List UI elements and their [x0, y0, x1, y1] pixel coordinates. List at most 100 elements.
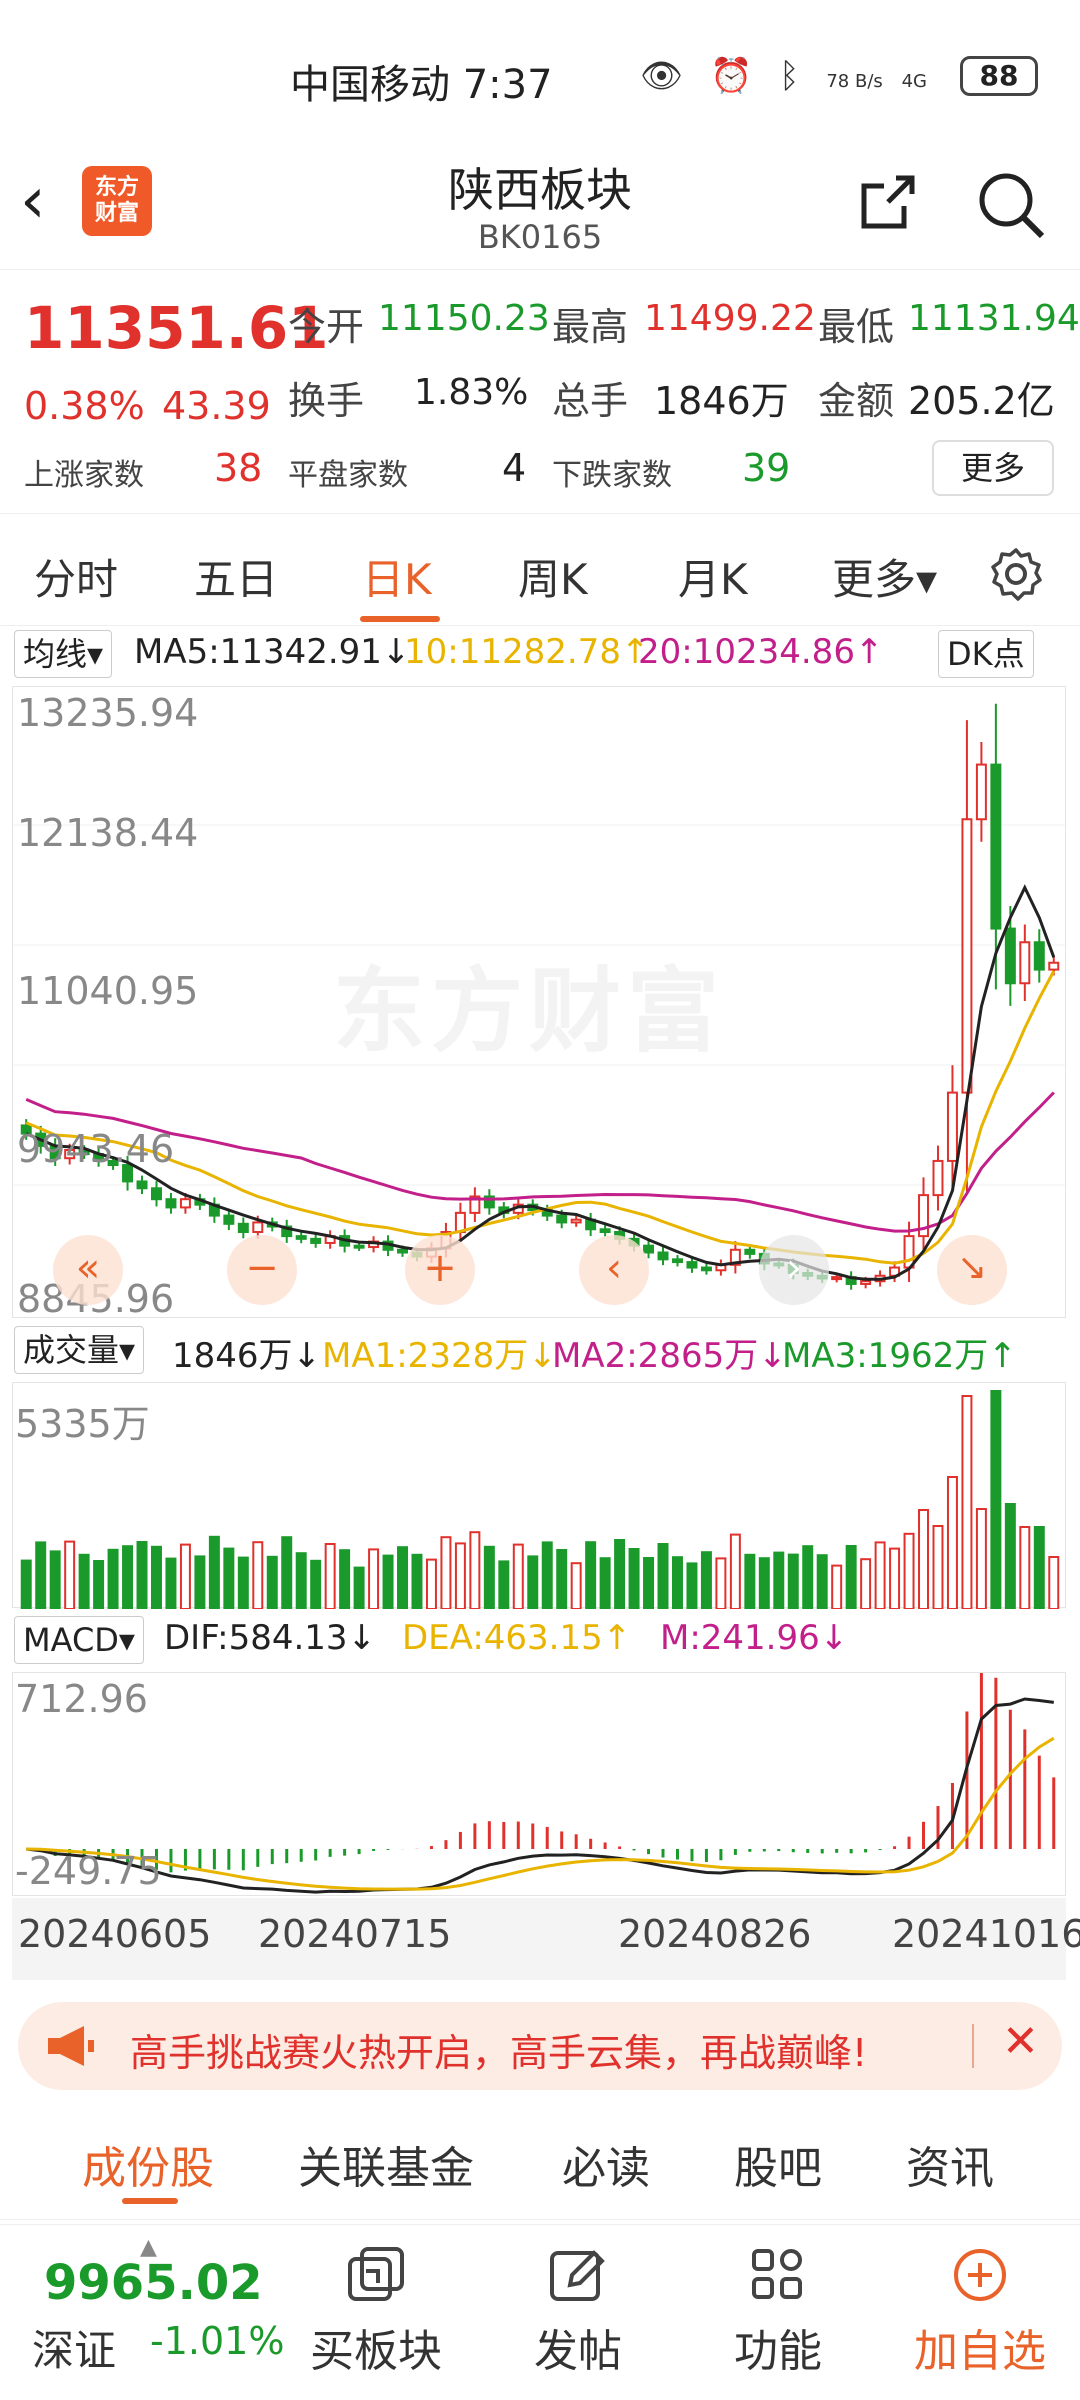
add-watchlist-button[interactable]: 加自选: [910, 2245, 1050, 2379]
volume-bar: [527, 1555, 539, 1609]
net-speed: 78 B/s: [826, 71, 883, 92]
volume-bar: [411, 1553, 423, 1609]
post-label: 发帖: [534, 2326, 622, 2377]
up-count: 38: [214, 446, 263, 490]
volume-bar: [122, 1545, 134, 1609]
volume-bar: [324, 1543, 336, 1609]
vol-ma3: MA3:1962万↑: [782, 1336, 1017, 1376]
date-axis: 20240605 20240715 20240826 20241016: [12, 1898, 1080, 1980]
volume-bar: [208, 1535, 220, 1609]
step-left-icon[interactable]: ‹: [579, 1235, 649, 1305]
turnover-label: 换手: [288, 379, 365, 423]
search-icon[interactable]: [976, 170, 1046, 240]
period-tabs: 分时 五日 日K 周K 月K 更多▾: [0, 516, 1080, 626]
volume-bar: [107, 1548, 119, 1609]
candle-body: [570, 1218, 582, 1224]
dk-point-toggle[interactable]: DK点: [938, 630, 1034, 678]
volume-bar: [628, 1548, 640, 1609]
macd-chart[interactable]: 712.96 -249.75: [12, 1672, 1066, 1896]
tab-intraday[interactable]: 分时: [34, 546, 118, 607]
turnover-value: 1.83%: [414, 372, 529, 413]
promo-banner[interactable]: 高手挑战赛火热开启，高手云集，再战巅峰! ✕: [18, 2002, 1062, 2090]
edit-icon: [550, 2250, 605, 2301]
dif-line: [26, 1697, 1054, 1894]
volume-bar: [758, 1557, 770, 1609]
step-right-icon[interactable]: ›: [759, 1235, 829, 1305]
change-value: 43.39: [162, 384, 271, 428]
volume-bar: [35, 1541, 47, 1609]
candle-body: [556, 1214, 568, 1224]
open-value: 11150.23: [378, 298, 550, 339]
candle-body: [946, 1091, 958, 1162]
volume-value: 1846万: [654, 379, 789, 423]
volume-bar: [237, 1556, 249, 1609]
volume-bar: [845, 1545, 857, 1609]
candle-body: [686, 1261, 698, 1269]
subtab-related-funds[interactable]: 关联基金: [298, 2132, 474, 2196]
more-button[interactable]: 更多: [932, 440, 1054, 496]
app-header: ‹ 东方财富 陕西板块 BK0165: [0, 140, 1080, 270]
vol-ma2: MA2:2865万↓: [552, 1336, 787, 1376]
kline-chart[interactable]: 东方财富 13235.94 12138.44 11040.95 9943.46 …: [12, 686, 1067, 1321]
zoom-in-icon[interactable]: +: [405, 1235, 475, 1305]
volume-bar: [440, 1536, 452, 1609]
candle-body: [1048, 961, 1060, 971]
index-name: 深证: [32, 2326, 117, 2375]
tab-monthly-k[interactable]: 月K: [678, 546, 748, 607]
candle-body: [990, 763, 1002, 930]
date-1: 20240605: [18, 1912, 212, 1956]
macd-dif: DIF:584.13↓: [164, 1618, 377, 1658]
close-icon[interactable]: ✕: [1002, 2016, 1039, 2067]
eye-icon: 👁: [640, 56, 692, 96]
date-2: 20240715: [258, 1912, 452, 1956]
last-price: 11351.61: [24, 294, 329, 362]
candle-body: [179, 1198, 191, 1209]
volume-bar: [165, 1557, 177, 1609]
volume-bar: [469, 1531, 481, 1609]
volume-selector[interactable]: 成交量▾: [14, 1326, 145, 1374]
scroll-left-fast-icon[interactable]: «: [53, 1235, 123, 1305]
subtab-news[interactable]: 资讯: [906, 2132, 994, 2196]
index-change: -1.01%: [150, 2319, 285, 2363]
volume-bar: [1048, 1556, 1060, 1609]
volume-bar: [802, 1545, 814, 1609]
tab-more[interactable]: 更多▾: [832, 546, 937, 607]
volume-bar: [700, 1551, 712, 1609]
share-icon[interactable]: [856, 170, 920, 234]
candle-body: [932, 1159, 944, 1197]
volume-bar: [498, 1560, 510, 1609]
volume-bar: [556, 1549, 568, 1609]
volume-bar: [570, 1562, 582, 1609]
candle-body: [961, 818, 973, 1094]
candle-body: [671, 1258, 683, 1264]
volume-bar: [773, 1551, 785, 1609]
tab-five-day[interactable]: 五日: [194, 546, 278, 607]
carrier-time: 中国移动 7:37: [290, 62, 553, 108]
tab-weekly-k[interactable]: 周K: [518, 546, 588, 607]
macd-axis-max: 712.96: [15, 1677, 148, 1721]
volume-chart[interactable]: 5335万: [12, 1382, 1066, 1609]
subtab-must-read[interactable]: 必读: [562, 2132, 650, 2196]
subtab-forum[interactable]: 股吧: [734, 2132, 822, 2196]
post-button[interactable]: 发帖: [508, 2245, 648, 2379]
subtab-constituents[interactable]: 成份股: [82, 2132, 214, 2196]
volume-bar: [368, 1548, 380, 1609]
volume-bar: [975, 1508, 987, 1609]
y-tick-3: 11040.95: [17, 969, 199, 1013]
tab-daily-k[interactable]: 日K: [362, 546, 432, 607]
date-4: 20241016: [892, 1912, 1080, 1956]
functions-button[interactable]: 功能: [708, 2245, 848, 2379]
zoom-out-icon[interactable]: −: [227, 1235, 297, 1305]
volume-bar: [614, 1539, 626, 1609]
macd-selector[interactable]: MACD▾: [14, 1616, 144, 1664]
volume-bar: [744, 1553, 756, 1609]
functions-label: 功能: [734, 2326, 822, 2377]
down-count-label: 下跌家数: [552, 458, 672, 493]
reset-view-icon[interactable]: ↘: [937, 1235, 1007, 1305]
settings-gear-icon[interactable]: [988, 546, 1044, 602]
buy-sector-button[interactable]: 买板块: [306, 2245, 446, 2379]
indicator-selector[interactable]: 均线▾: [14, 630, 113, 678]
flat-count-label: 平盘家数: [288, 458, 408, 493]
volume-bar: [397, 1546, 409, 1609]
volume-bar: [179, 1543, 191, 1609]
